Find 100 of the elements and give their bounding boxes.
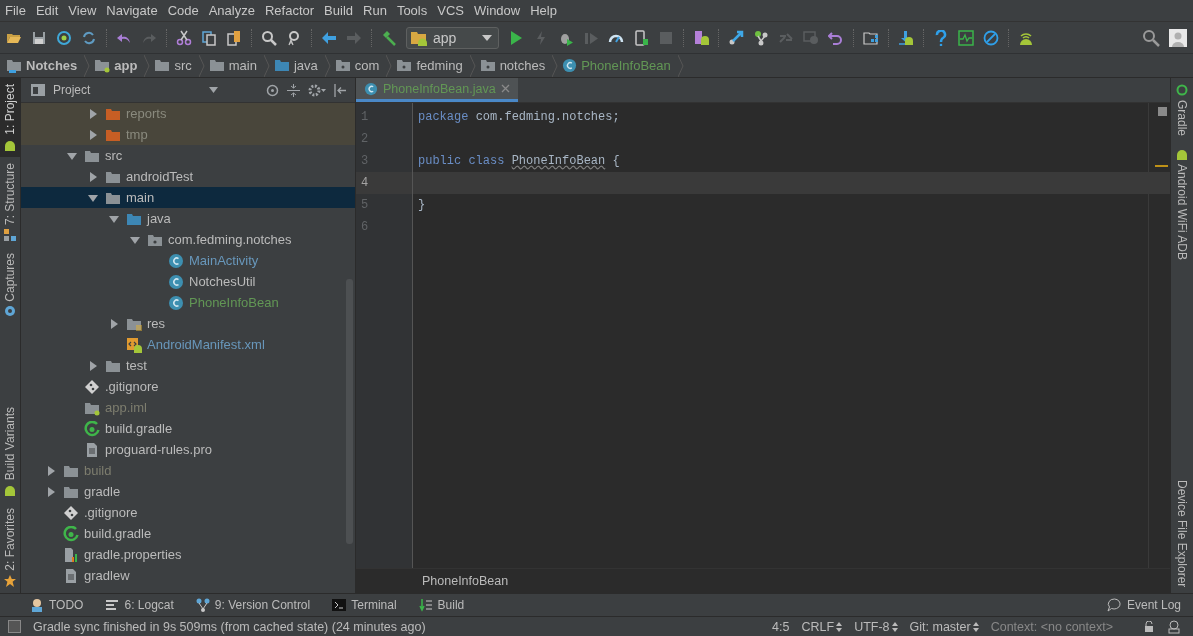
download-icon[interactable]: [898, 29, 914, 46]
collapsed-arrow-icon[interactable]: [109, 318, 119, 329]
tree-item[interactable]: .gitignore: [21, 502, 355, 523]
tool-window-tab[interactable]: Gradle: [1171, 78, 1193, 143]
menu-item[interactable]: Code: [167, 3, 199, 18]
replace-icon[interactable]: [286, 29, 302, 46]
tool-window-tab[interactable]: Build Variants: [0, 401, 20, 503]
menu-item[interactable]: Build: [324, 3, 353, 18]
panel-toggle-icon[interactable]: [8, 620, 21, 633]
collapsed-arrow-icon[interactable]: [88, 171, 98, 182]
menu-item[interactable]: View: [68, 3, 97, 18]
menu-item[interactable]: Window: [473, 3, 521, 18]
expanded-arrow-icon[interactable]: [67, 150, 77, 161]
settings-icon[interactable]: [308, 83, 326, 97]
menu-item[interactable]: File: [5, 3, 26, 18]
breadcrumb[interactable]: app: [94, 54, 155, 77]
tool-window-tab[interactable]: Device File Explorer: [1171, 473, 1193, 593]
breadcrumb[interactable]: src: [154, 54, 209, 77]
menu-item[interactable]: Edit: [35, 3, 59, 18]
menu-item[interactable]: Analyze: [208, 3, 255, 18]
tool-window-tab[interactable]: 6: Logcat: [105, 598, 174, 612]
collapsed-arrow-icon[interactable]: [88, 108, 98, 119]
expanded-arrow-icon[interactable]: [88, 192, 98, 203]
breadcrumb[interactable]: notches: [479, 54, 563, 77]
breadcrumb[interactable]: java: [273, 54, 335, 77]
tool-window-tab[interactable]: 9: Version Control: [195, 598, 311, 612]
sync-icon[interactable]: [56, 29, 72, 46]
tool-window-tab[interactable]: 1: Project: [0, 78, 20, 157]
menu-item[interactable]: Tools: [396, 3, 428, 18]
hammer-icon[interactable]: [381, 29, 397, 46]
tool-window-tab[interactable]: Build: [418, 598, 465, 612]
folder-grid-icon[interactable]: [863, 29, 879, 46]
tree-item[interactable]: test: [21, 355, 355, 376]
tree-item[interactable]: com.fedming.notches: [21, 229, 355, 250]
dropdown-caret-icon[interactable]: [209, 87, 218, 93]
device-icon[interactable]: [693, 29, 709, 46]
event-log-tab[interactable]: Event Log: [1106, 598, 1181, 612]
breadcrumb[interactable]: com: [334, 54, 397, 77]
tree-item[interactable]: NotchesUtil: [21, 271, 355, 292]
encoding-selector[interactable]: UTF-8: [854, 619, 898, 634]
menu-item[interactable]: VCS: [437, 3, 464, 18]
tree-item[interactable]: PhoneInfoBean: [21, 292, 355, 313]
line-separator-selector[interactable]: CRLF: [801, 619, 843, 634]
inspection-marker[interactable]: [1158, 107, 1167, 116]
close-icon[interactable]: [500, 84, 510, 93]
tree-item[interactable]: androidTest: [21, 166, 355, 187]
tool-window-tab[interactable]: 7: Structure: [0, 156, 20, 247]
run-icon[interactable]: [508, 29, 524, 46]
avatar-icon[interactable]: [1169, 28, 1187, 47]
run-config-dropdown[interactable]: app: [406, 26, 499, 49]
monitor-icon[interactable]: [958, 29, 974, 46]
target-icon[interactable]: [266, 83, 279, 97]
tool-window-tab[interactable]: Captures: [0, 246, 20, 324]
revert-icon[interactable]: [828, 29, 844, 46]
menu-item[interactable]: Refactor: [264, 3, 315, 18]
arrow-branch-icon[interactable]: [728, 29, 744, 46]
tree-item[interactable]: res: [21, 313, 355, 334]
tree-item[interactable]: build.gradle: [21, 523, 355, 544]
search-icon[interactable]: [261, 29, 277, 46]
menu-item[interactable]: Run: [363, 3, 387, 18]
breadcrumb[interactable]: Notches: [6, 54, 95, 77]
tree-item[interactable]: MainActivity: [21, 250, 355, 271]
expanded-arrow-icon[interactable]: [109, 213, 119, 224]
tree-item[interactable]: proguard-rules.pro: [21, 439, 355, 460]
breadcrumb[interactable]: PhoneInfoBean: [422, 574, 509, 588]
tree-item[interactable]: java: [21, 208, 355, 229]
phone-icon[interactable]: [633, 29, 649, 46]
paste-icon[interactable]: [226, 29, 242, 46]
breadcrumb[interactable]: PhoneInfoBean: [562, 54, 688, 77]
collapsed-arrow-icon[interactable]: [46, 465, 56, 476]
save-icon[interactable]: [31, 29, 47, 46]
tree-item[interactable]: src: [21, 145, 355, 166]
help-icon[interactable]: [933, 29, 949, 46]
branch-icon[interactable]: [753, 29, 769, 46]
collapsed-arrow-icon[interactable]: [88, 360, 98, 371]
lock-icon[interactable]: [1143, 620, 1155, 633]
tree-item[interactable]: main: [21, 187, 355, 208]
inspector-icon[interactable]: [1167, 619, 1181, 634]
breadcrumb[interactable]: main: [208, 54, 274, 77]
tree-item[interactable]: gradlew: [21, 565, 355, 586]
tool-window-tab[interactable]: Terminal: [332, 598, 397, 612]
menu-item[interactable]: Help: [530, 3, 557, 18]
tree-item[interactable]: .gitignore: [21, 376, 355, 397]
tree-item[interactable]: AndroidManifest.xml: [21, 334, 355, 355]
context-indicator[interactable]: Context: <no context>: [990, 619, 1113, 634]
collapsed-arrow-icon[interactable]: [46, 486, 56, 497]
refresh-icon[interactable]: [81, 29, 97, 46]
tree-item[interactable]: build.gradle: [21, 418, 355, 439]
tree-item[interactable]: gradle: [21, 481, 355, 502]
tool-window-tab[interactable]: Android WiFi ADB: [1171, 142, 1193, 267]
cut-icon[interactable]: [176, 29, 192, 46]
breadcrumb[interactable]: fedming: [396, 54, 480, 77]
expanded-arrow-icon[interactable]: [130, 234, 140, 245]
copy-icon[interactable]: [201, 29, 217, 46]
menu-item[interactable]: Navigate: [106, 3, 158, 18]
collapse-icon[interactable]: [287, 83, 300, 97]
caret-position[interactable]: 4:5: [772, 619, 790, 634]
hide-panel-icon[interactable]: [334, 83, 347, 97]
tree-item[interactable]: gradle.properties: [21, 544, 355, 565]
search-icon[interactable]: [1142, 28, 1160, 47]
